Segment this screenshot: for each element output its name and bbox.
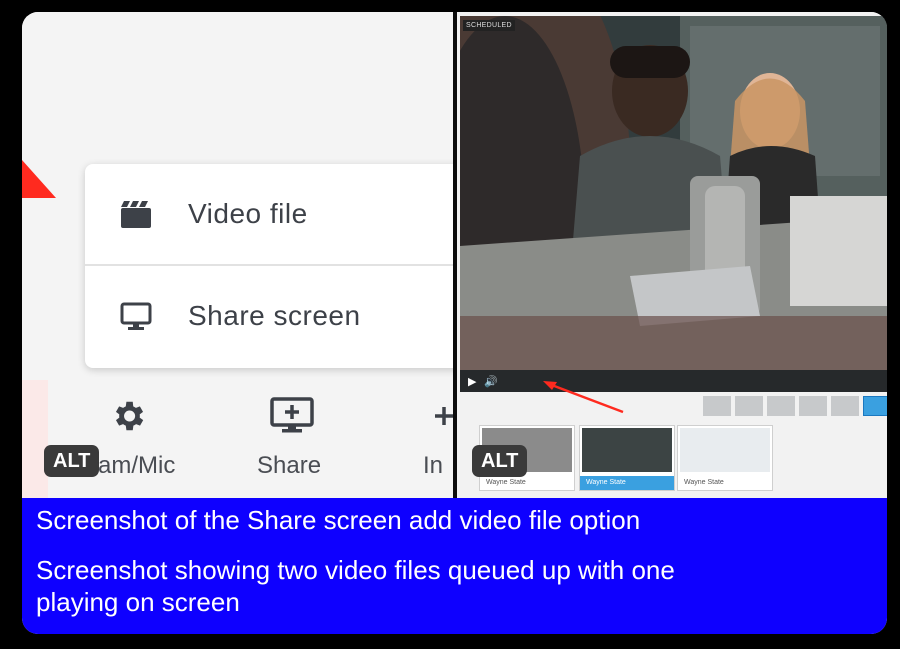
thumbnail-caption: Wayne State <box>684 479 724 486</box>
image-card: Video file Share screen am/Mic Share In … <box>22 12 887 634</box>
share-menu-screenshot: Video file Share screen am/Mic Share In … <box>22 12 453 498</box>
volume-icon[interactable]: 🔊 <box>484 375 498 388</box>
thumbnail-image <box>680 428 770 472</box>
red-accent-shape <box>22 160 56 198</box>
toolbar-label-cam-mic: am/Mic <box>98 452 176 479</box>
caption-panel: Screenshot of the Share screen add video… <box>22 498 887 634</box>
thumbnail-caption: Wayne State <box>580 476 674 490</box>
layout-option[interactable] <box>831 396 859 416</box>
alt-text-badge[interactable]: ALT <box>44 445 100 477</box>
video-controls: ▶ 🔊 <box>460 370 887 392</box>
share-menu: Video file Share screen <box>85 164 453 368</box>
menu-item-share-screen[interactable]: Share screen <box>85 266 453 366</box>
queue-thumbnail[interactable]: Wayne State <box>677 425 773 491</box>
toolbar-accent <box>22 380 48 498</box>
queue-thumbnail-selected[interactable]: Wayne State <box>579 425 675 491</box>
video-player: SCHEDULED <box>460 16 887 370</box>
meeting-video-frame <box>460 16 887 370</box>
share-screen-icon[interactable] <box>269 396 315 436</box>
video-queue-screenshot: SCHEDULED ▶ 🔊 Wayne State Wayne State Wa… <box>457 12 887 498</box>
scheduled-badge: SCHEDULED <box>463 20 515 31</box>
gear-icon[interactable] <box>109 397 147 435</box>
caption-line: Screenshot of the Share screen add video… <box>36 505 641 535</box>
film-icon <box>121 201 151 228</box>
menu-item-label: Video file <box>188 198 308 229</box>
layout-option[interactable] <box>767 396 795 416</box>
alt-text-badge[interactable]: ALT <box>472 445 528 477</box>
menu-item-label: Share screen <box>188 300 361 331</box>
thumbnail-caption: Wayne State <box>486 479 526 486</box>
thumbnail-image <box>582 428 672 472</box>
layout-option[interactable] <box>799 396 827 416</box>
layout-option[interactable] <box>735 396 763 416</box>
caption-line: playing on screen <box>36 587 240 617</box>
add-icon[interactable] <box>432 404 453 428</box>
layout-option-selected[interactable] <box>863 396 887 416</box>
red-arrow-annotation <box>543 381 624 414</box>
play-icon[interactable]: ▶ <box>468 375 476 388</box>
toolbar-label-share: Share <box>257 452 322 479</box>
layout-option[interactable] <box>703 396 731 416</box>
caption-line: Screenshot showing two video files queue… <box>36 555 675 585</box>
menu-item-video-file[interactable]: Video file <box>85 164 453 266</box>
monitor-icon <box>120 302 152 330</box>
toolbar-label-invite: In <box>423 452 444 479</box>
